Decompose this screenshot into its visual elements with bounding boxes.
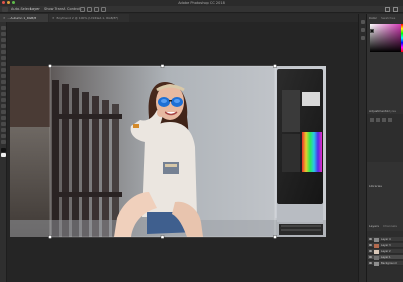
history-icon[interactable] [361,20,365,24]
properties-icon[interactable] [361,28,365,32]
lasso-tool[interactable] [1,38,6,42]
tab-libraries[interactable]: Libraries [369,184,382,188]
eye-icon[interactable] [369,262,372,264]
shape-tool[interactable] [1,128,6,132]
layer-row[interactable]: Background [368,261,403,266]
tab-label: …Autumn 1_RGB/8 [7,16,37,20]
background-color-swatch[interactable] [1,153,6,157]
info-icon[interactable] [361,36,365,40]
tools-panel [0,22,7,282]
tab-channels[interactable]: Channels [383,224,397,228]
document-tabs: ✕ …Autumn 1_RGB/8 ✕ Boyfriend 2 @ 100% (Un… [0,14,366,22]
align-left-icon[interactable] [80,7,85,12]
brush-tool[interactable] [1,68,6,72]
layer-name: Layer 1 [381,256,391,259]
options-bar: Auto-Select: Layer Show Transf. Controls [0,6,403,13]
move-tool-icon[interactable] [2,7,8,12]
layer-thumbnail [374,255,379,260]
align-center-icon[interactable] [87,7,92,12]
blur-tool[interactable] [1,98,6,102]
curves-icon[interactable] [382,118,386,122]
eye-icon[interactable] [369,250,372,252]
layer-row[interactable]: Layer 1 [368,255,403,260]
transform-handle[interactable] [273,235,277,239]
color-picker[interactable] [370,24,401,52]
search-icon[interactable] [385,7,390,12]
transform-handle[interactable] [160,64,165,68]
crop-tool[interactable] [1,50,6,54]
distribute-icon[interactable] [101,7,106,12]
layer-row[interactable]: Layer 4 [368,237,403,242]
tab-swatches[interactable]: Swatches [381,16,395,20]
show-transform-checkbox[interactable]: Show Transf. Controls [44,6,81,13]
right-panels: Color Swatches Adjustments Styles Librar… [366,14,403,282]
layer-thumbnail [374,261,379,266]
tab-document-1[interactable]: ✕ …Autumn 1_RGB/8 [0,14,48,22]
foreground-color-swatch[interactable] [1,148,6,152]
layers-panel: Layer 4 Layer 3 Layer 2 Layer 1 Backgrou… [367,231,403,282]
zoom-tool[interactable] [1,140,6,144]
transform-handle[interactable] [160,235,165,239]
tab-styles[interactable]: Styles [387,109,396,113]
levels-icon[interactable] [376,118,380,122]
quick-select-tool[interactable] [1,44,6,48]
tab-label: Boyfriend 2 @ 100% (Untitled-1, RGB/8*) [56,16,119,20]
eye-icon[interactable] [369,238,372,240]
align-right-icon[interactable] [94,7,99,12]
layer-row[interactable]: Layer 2 [368,249,403,254]
eye-icon[interactable] [369,244,372,246]
eyedropper-tool[interactable] [1,56,6,60]
layer-name: Layer 2 [381,250,391,253]
layer-thumbnail [374,243,379,248]
layer-row[interactable]: Layer 3 [368,243,403,248]
eye-icon[interactable] [369,256,372,258]
close-tab-icon[interactable]: ✕ [52,14,55,22]
layer-thumbnail [374,249,379,254]
type-tool[interactable] [1,116,6,120]
healing-brush-tool[interactable] [1,62,6,66]
pen-tool[interactable] [1,110,6,114]
document-canvas[interactable] [7,22,358,282]
move-tool[interactable] [1,26,6,30]
path-select-tool[interactable] [1,122,6,126]
eraser-tool[interactable] [1,86,6,90]
tab-layers[interactable]: Layers [369,224,379,228]
history-brush-tool[interactable] [1,80,6,84]
laptop-layer [275,68,323,235]
marquee-tool[interactable] [1,32,6,36]
layer-name: Layer 3 [381,244,391,247]
hand-tool[interactable] [1,134,6,138]
tab-adjustments[interactable]: Adjustments [369,109,388,113]
tab-color[interactable]: Color [369,16,377,20]
tab-document-2[interactable]: ✕ Boyfriend 2 @ 100% (Untitled-1, RGB/8*) [49,14,129,22]
collapsed-panel-strip [358,14,366,282]
foreground-swatch[interactable] [370,29,374,33]
transform-handle[interactable] [48,235,52,239]
layer-thumbnail [374,237,379,242]
clone-stamp-tool[interactable] [1,74,6,78]
brightness-icon[interactable] [370,118,374,122]
transform-handle[interactable] [48,64,52,68]
workspace-icon[interactable] [393,7,398,12]
gradient-tool[interactable] [1,92,6,96]
canvas-workspace[interactable] [7,22,358,282]
transform-handle[interactable] [273,64,277,68]
layer-name: Layer 4 [381,238,391,241]
exposure-icon[interactable] [388,118,392,122]
close-tab-icon[interactable]: ✕ [3,14,6,22]
adjustments-panel [367,114,403,162]
dodge-tool[interactable] [1,104,6,108]
layer-name: Background [381,262,397,265]
auto-select-dropdown[interactable]: Layer [30,6,40,13]
